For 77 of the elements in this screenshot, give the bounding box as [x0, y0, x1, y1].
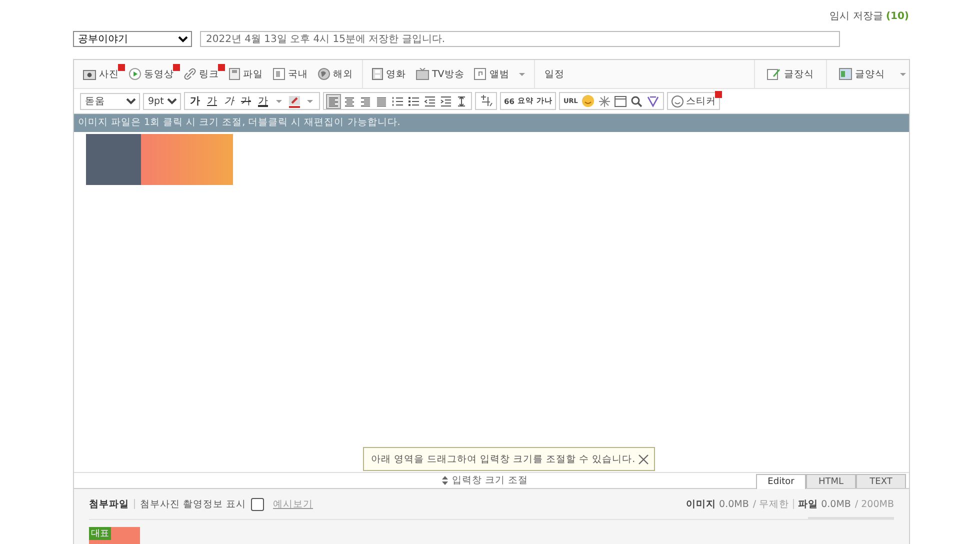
- caret-icon[interactable]: [276, 100, 282, 102]
- play-icon: [129, 68, 141, 80]
- close-icon[interactable]: [638, 454, 650, 464]
- new-badge: [218, 64, 225, 70]
- tooltip-text: 아래 영역을 드래그하여 입력창 크기를 조절할 수 있습니다.: [371, 452, 636, 466]
- attachment-thumbnail[interactable]: 대표: [89, 527, 140, 544]
- mode-tab[interactable]: TEXT: [856, 474, 906, 488]
- more-caret-icon[interactable]: [900, 72, 906, 76]
- new-badge: [118, 64, 125, 70]
- bullet-list-icon[interactable]: [407, 94, 420, 108]
- link-icon: [184, 68, 196, 80]
- insert-button[interactable]: TV방송: [413, 66, 468, 82]
- special-character-icon[interactable]: [598, 94, 611, 108]
- tv-icon: [416, 68, 429, 80]
- text-style-button[interactable]: 가: [188, 94, 202, 108]
- new-badge: [714, 91, 722, 98]
- insert-button[interactable]: 앨범: [471, 66, 512, 82]
- align-icon[interactable]: [375, 94, 388, 108]
- font-size-select[interactable]: 9pt: [143, 92, 181, 110]
- outdent-icon[interactable]: [423, 94, 436, 108]
- resize-handle[interactable]: 입력창 크기 조절: [74, 473, 756, 488]
- insert-button[interactable]: 영화: [369, 66, 409, 82]
- sticker-button[interactable]: 스티커: [666, 92, 720, 110]
- info-bar: 이미지 파일은 1회 클릭 시 크기 조절, 더블클릭 시 재편집이 가능합니다.: [74, 114, 909, 132]
- file-limit-text: / 200MB: [854, 498, 894, 510]
- exif-checkbox[interactable]: [251, 498, 264, 510]
- layout-icon: [839, 68, 852, 80]
- map-icon: [273, 68, 285, 80]
- file-icon: [229, 68, 240, 80]
- align-icon[interactable]: [359, 94, 372, 108]
- mode-tab[interactable]: HTML: [806, 474, 856, 488]
- resize-arrows-icon: [442, 476, 448, 485]
- temp-saved-link[interactable]: 임시 저장글 (10): [830, 8, 909, 22]
- align-icon[interactable]: [327, 94, 340, 108]
- font-select[interactable]: 돋움: [80, 92, 140, 110]
- mode-tab[interactable]: Editor: [756, 474, 806, 489]
- text-style-button[interactable]: 가: [256, 94, 270, 108]
- exif-label: 첨부사진 촬영정보 표시: [140, 498, 246, 510]
- insert-button[interactable]: 링크: [181, 66, 222, 82]
- insert-button[interactable]: 국내: [270, 66, 311, 82]
- title-field[interactable]: 2022년 4월 13일 오후 4시 15분에 저장한 글입니다.: [200, 31, 840, 47]
- insert-button[interactable]: 사진: [80, 66, 122, 82]
- indent-icon[interactable]: [439, 94, 452, 108]
- align-icon[interactable]: [343, 94, 356, 108]
- insert-button[interactable]: 해외: [315, 66, 356, 82]
- caret-icon[interactable]: [307, 100, 313, 102]
- more-caret-icon[interactable]: [519, 72, 526, 76]
- image-limit-text: / 무제한: [752, 498, 790, 510]
- new-badge: [173, 64, 180, 70]
- album-icon: [474, 68, 486, 80]
- numbered-list-icon[interactable]: [391, 94, 404, 108]
- attachment-title: 첨부파일: [89, 498, 129, 510]
- highlight-icon[interactable]: [288, 94, 301, 108]
- template-button[interactable]: 글양식: [826, 60, 897, 88]
- file-size-label: 파일 0.0MB: [798, 498, 851, 510]
- insert-button[interactable]: 일정: [541, 66, 568, 82]
- template-button[interactable]: 글장식: [754, 60, 826, 88]
- spellcheck-icon[interactable]: [479, 94, 493, 108]
- table-icon[interactable]: [614, 94, 627, 108]
- image-size-label: 이미지 0.0MB: [686, 498, 749, 510]
- photo-placeholder[interactable]: [86, 134, 233, 185]
- line-height-icon[interactable]: [455, 94, 468, 108]
- film-icon: [372, 68, 383, 80]
- grammar-check-icon[interactable]: [646, 94, 660, 108]
- text-style-button[interactable]: 가: [205, 94, 219, 108]
- smiley-icon: [670, 94, 684, 108]
- text-style-button[interactable]: 가: [222, 94, 236, 108]
- text-style-button[interactable]: 가: [239, 94, 253, 108]
- pen-icon: [767, 68, 781, 80]
- insert-button[interactable]: 파일: [226, 66, 266, 82]
- insert-button[interactable]: 동영상: [126, 66, 177, 82]
- globe-icon: [318, 68, 330, 80]
- cover-badge: 대표: [89, 527, 111, 540]
- emoticon-icon[interactable]: [580, 94, 595, 108]
- camera-icon: [83, 68, 96, 80]
- search-icon[interactable]: [630, 94, 643, 108]
- category-select[interactable]: 공부이야기: [73, 31, 192, 47]
